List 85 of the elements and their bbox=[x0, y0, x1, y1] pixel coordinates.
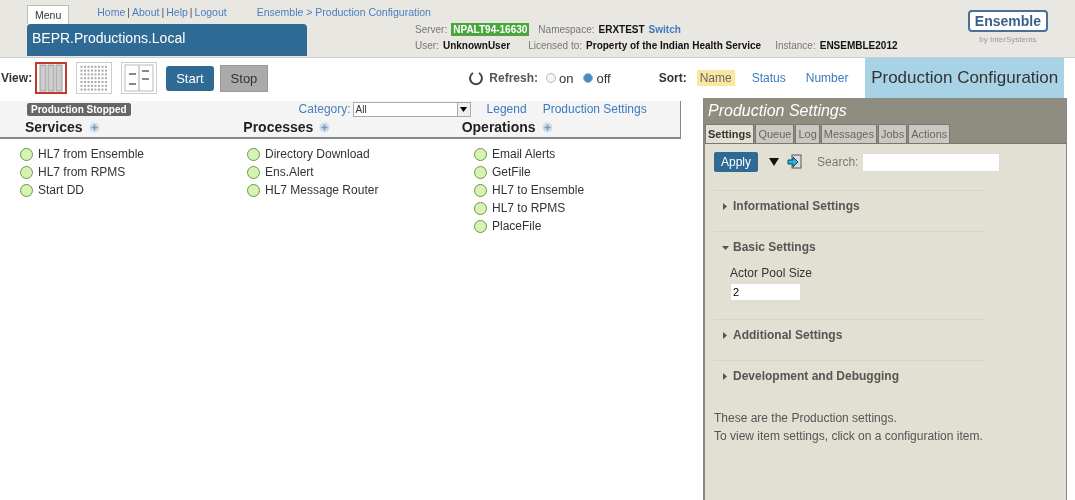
category-select[interactable]: All bbox=[352, 101, 471, 117]
production-item[interactable]: Start DD bbox=[20, 181, 247, 199]
production-item[interactable]: Email Alerts bbox=[474, 145, 701, 163]
field-label: Actor Pool Size bbox=[730, 266, 814, 280]
info-label: Licensed to: bbox=[528, 40, 583, 51]
logo: Ensemble bbox=[967, 10, 1048, 32]
sort-label: Sort: bbox=[658, 71, 687, 85]
breadcrumb-link[interactable]: Ensemble > Production Configuration bbox=[256, 6, 431, 18]
refresh-icon bbox=[468, 70, 485, 86]
production-item[interactable]: Directory Download bbox=[247, 145, 474, 163]
panel-tab[interactable]: Jobs bbox=[877, 124, 908, 143]
view-label: View: bbox=[1, 71, 33, 85]
info-label: Server: bbox=[415, 24, 448, 35]
caret-icon bbox=[722, 243, 729, 251]
nav-link[interactable]: Help bbox=[166, 6, 188, 18]
add-icon[interactable] bbox=[319, 121, 331, 133]
instance-value: ENSEMBLE2012 bbox=[819, 40, 898, 51]
production-item[interactable]: HL7 from RPMS bbox=[20, 163, 247, 181]
settings-section-header[interactable]: Development and Debugging bbox=[714, 361, 984, 383]
help-text: These are the Production settings. bbox=[714, 410, 898, 427]
column-title: Processes bbox=[243, 119, 314, 135]
page-title: Production Configuration bbox=[865, 58, 1064, 98]
license-value: Property of the Indian Health Service bbox=[586, 40, 762, 51]
nav-link[interactable]: Home bbox=[97, 6, 126, 18]
panel-tab[interactable]: Actions bbox=[908, 124, 951, 143]
namespace-value: ERXTEST bbox=[598, 24, 645, 35]
caret-icon bbox=[722, 372, 729, 380]
columns-view-button[interactable] bbox=[35, 62, 68, 94]
refresh-radio[interactable]: off bbox=[583, 70, 611, 86]
caret-icon bbox=[722, 202, 729, 210]
info-label: User: bbox=[415, 40, 439, 51]
switch-link[interactable]: Switch bbox=[648, 24, 681, 35]
status-badge: Production Stopped bbox=[27, 102, 131, 116]
input-field[interactable]: 2 bbox=[730, 283, 801, 301]
menu-tab[interactable]: Menu bbox=[27, 4, 70, 24]
caret-icon bbox=[722, 331, 729, 339]
production-item[interactable]: Ens.Alert bbox=[247, 163, 474, 181]
column-title: Operations bbox=[461, 119, 536, 135]
sort-link[interactable]: Number bbox=[802, 70, 852, 86]
sort-link[interactable]: Name bbox=[696, 70, 735, 86]
link-separator: | bbox=[161, 6, 165, 18]
logo-tagline: by InterSystems bbox=[979, 35, 1037, 44]
legend-link[interactable]: Legend bbox=[486, 102, 527, 116]
nav-link[interactable]: About bbox=[132, 6, 160, 18]
export-icon[interactable] bbox=[787, 154, 804, 170]
production-item[interactable]: HL7 to RPMS bbox=[474, 199, 701, 217]
grid-view-button[interactable] bbox=[76, 62, 113, 94]
panel-title: Production Settings bbox=[707, 102, 848, 121]
info-label: Instance: bbox=[775, 40, 816, 51]
production-settings-link[interactable]: Production Settings bbox=[542, 102, 647, 116]
production-item[interactable]: HL7 Message Router bbox=[247, 181, 474, 199]
settings-section-header[interactable]: Additional Settings bbox=[714, 320, 984, 342]
split-view-button[interactable] bbox=[121, 62, 158, 94]
link-separator: | bbox=[189, 6, 193, 18]
production-item[interactable]: PlaceFile bbox=[474, 217, 701, 235]
settings-section-header[interactable]: Informational Settings bbox=[714, 191, 984, 213]
refresh-radio[interactable]: on bbox=[546, 70, 574, 86]
panel-tab[interactable]: Messages bbox=[820, 124, 877, 143]
info-label: Namespace: bbox=[538, 24, 595, 35]
production-item[interactable]: HL7 from Ensemble bbox=[20, 145, 247, 163]
dropdown-icon[interactable] bbox=[769, 157, 780, 167]
production-item[interactable]: HL7 to Ensemble bbox=[474, 181, 701, 199]
category-label: Category: bbox=[298, 102, 351, 116]
add-icon[interactable] bbox=[541, 121, 553, 133]
refresh-label: Refresh: bbox=[489, 71, 538, 85]
search-field[interactable] bbox=[862, 152, 1001, 172]
apply-button[interactable]: Apply bbox=[714, 152, 759, 172]
sort-link[interactable]: Status bbox=[748, 70, 789, 86]
user-value: UnknownUser bbox=[442, 40, 511, 51]
nav-link[interactable]: Logout bbox=[194, 6, 227, 18]
search-label: Search: bbox=[817, 155, 859, 169]
dropdown-caret-icon bbox=[460, 106, 468, 112]
panel-tab[interactable]: Settings bbox=[705, 124, 755, 143]
stop-button[interactable]: Stop bbox=[219, 64, 269, 92]
add-icon[interactable] bbox=[88, 121, 100, 133]
settings-section-header[interactable]: Basic Settings bbox=[714, 232, 984, 254]
link-separator: | bbox=[127, 6, 130, 18]
production-name-bar: BEPR.Productions.Local bbox=[27, 24, 307, 56]
panel-tab[interactable]: Queue bbox=[755, 124, 795, 143]
panel-tab[interactable]: Log bbox=[795, 124, 820, 143]
column-title: Services bbox=[25, 119, 83, 135]
start-button[interactable]: Start bbox=[166, 65, 214, 91]
help-text: To view item settings, click on a configuration item. bbox=[714, 428, 984, 445]
production-item[interactable]: GetFile bbox=[474, 163, 701, 181]
server-badge: NPALT94-16630 bbox=[451, 23, 530, 36]
